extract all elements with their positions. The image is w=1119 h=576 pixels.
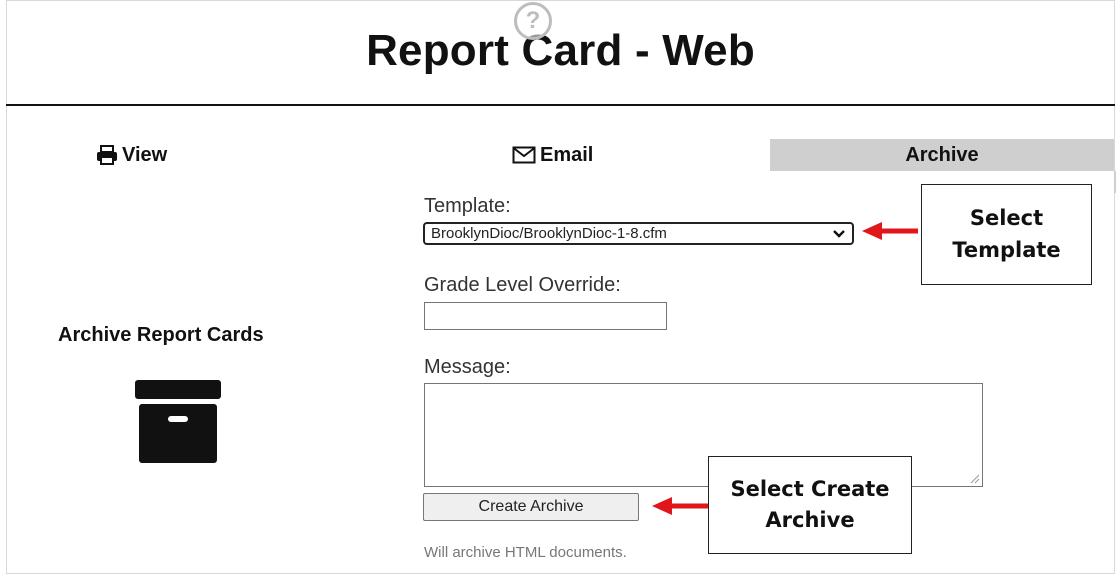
arrow-left-icon xyxy=(862,222,918,240)
resize-grip-icon[interactable] xyxy=(970,474,980,484)
left-panel-title: Archive Report Cards xyxy=(58,324,264,346)
template-select-value: BrooklynDioc/BrooklynDioc-1-8.cfm xyxy=(431,225,667,242)
arrow-left-icon xyxy=(652,497,708,515)
tab-archive-label: Archive xyxy=(905,143,979,166)
callout-archive-line1: Select Create xyxy=(730,476,890,501)
create-archive-button[interactable]: Create Archive xyxy=(423,493,639,521)
tab-archive[interactable]: Archive xyxy=(770,139,1114,171)
tab-email[interactable]: Email xyxy=(512,138,593,172)
tab-archive-edge xyxy=(1114,171,1116,193)
header: Report Card - Web ? xyxy=(6,0,1115,106)
envelope-icon xyxy=(512,146,536,164)
help-icon[interactable]: ? xyxy=(514,2,552,40)
page-title: Report Card - Web xyxy=(366,26,755,75)
callout-template-line2: Template xyxy=(952,237,1061,262)
archive-hint: Will archive HTML documents. xyxy=(424,544,627,561)
chevron-down-icon xyxy=(833,230,845,238)
callout-select-create-archive: Select Create Archive xyxy=(708,456,912,554)
callout-archive-line2: Archive xyxy=(765,508,855,532)
grade-level-input[interactable] xyxy=(424,302,667,330)
template-select[interactable]: BrooklynDioc/BrooklynDioc-1-8.cfm xyxy=(423,222,854,245)
tab-view[interactable]: View xyxy=(96,138,167,172)
grade-level-label: Grade Level Override: xyxy=(424,274,621,296)
tab-email-label: Email xyxy=(540,143,594,166)
template-label: Template: xyxy=(424,195,511,217)
tab-view-label: View xyxy=(122,143,168,166)
printer-icon xyxy=(97,145,117,165)
message-label: Message: xyxy=(424,356,511,378)
callout-template-line1: Select xyxy=(969,206,1044,230)
callout-select-template: Select Template xyxy=(921,184,1092,285)
archive-box-icon xyxy=(135,380,221,463)
